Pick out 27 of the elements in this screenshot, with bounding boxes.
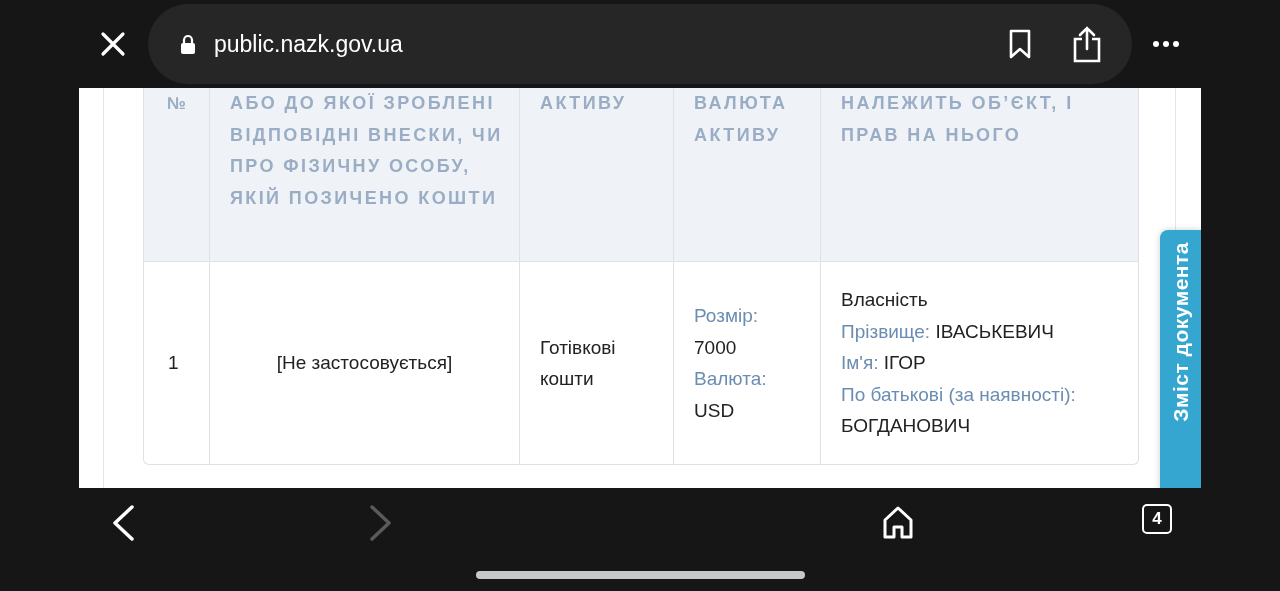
- table-cell: Готівкові кошти: [519, 262, 673, 464]
- field-value: 7000: [694, 336, 737, 358]
- tabs-button[interactable]: 4: [1142, 504, 1172, 534]
- bookmark-icon[interactable]: [1008, 29, 1032, 59]
- field-value: БОГДАНОВИЧ: [841, 415, 971, 437]
- field-label: Валюта:: [694, 368, 767, 389]
- field-label: Ім'я:: [841, 352, 879, 374]
- column-header: ВАЛЮТА АКТИВУ: [673, 88, 820, 262]
- field-value: USD: [694, 399, 735, 421]
- field-label: Розмір:: [694, 305, 759, 326]
- share-icon[interactable]: [1072, 25, 1102, 63]
- column-header: АБО ДО ЯКОЇ ЗРОБЛЕНІ ВІДПОВІДНІ ВНЕСКИ, ЧИ ПРО ФІЗИЧНУ ОСОБУ, ЯКІЙ ПОЗИЧЕНО КОШТИ: [209, 88, 519, 262]
- more-icon[interactable]: [1152, 40, 1180, 48]
- url-text: public.nazk.gov.ua: [214, 30, 404, 58]
- address-bar[interactable]: public.nazk.gov.ua: [148, 4, 1132, 84]
- column-header: АКТИВУ: [519, 88, 673, 262]
- field-value: ІГОР: [883, 352, 926, 374]
- field-label: Прізвище:: [841, 320, 931, 342]
- field-label: По батькові (за наявності):: [841, 383, 1076, 405]
- table-cell: [Не застосовується]: [209, 262, 519, 464]
- column-header: №: [144, 88, 209, 262]
- lock-icon: [180, 33, 196, 55]
- column-header: НАЛЕЖИТЬ ОБ’ЄКТ, І ПРАВ НА НЬОГО: [820, 88, 1138, 262]
- home-icon[interactable]: [882, 505, 914, 542]
- ownership-type: Власність: [841, 289, 928, 311]
- field-value: ІВАСЬКЕВИЧ: [935, 320, 1054, 342]
- table-cell-text: 1: [167, 351, 180, 376]
